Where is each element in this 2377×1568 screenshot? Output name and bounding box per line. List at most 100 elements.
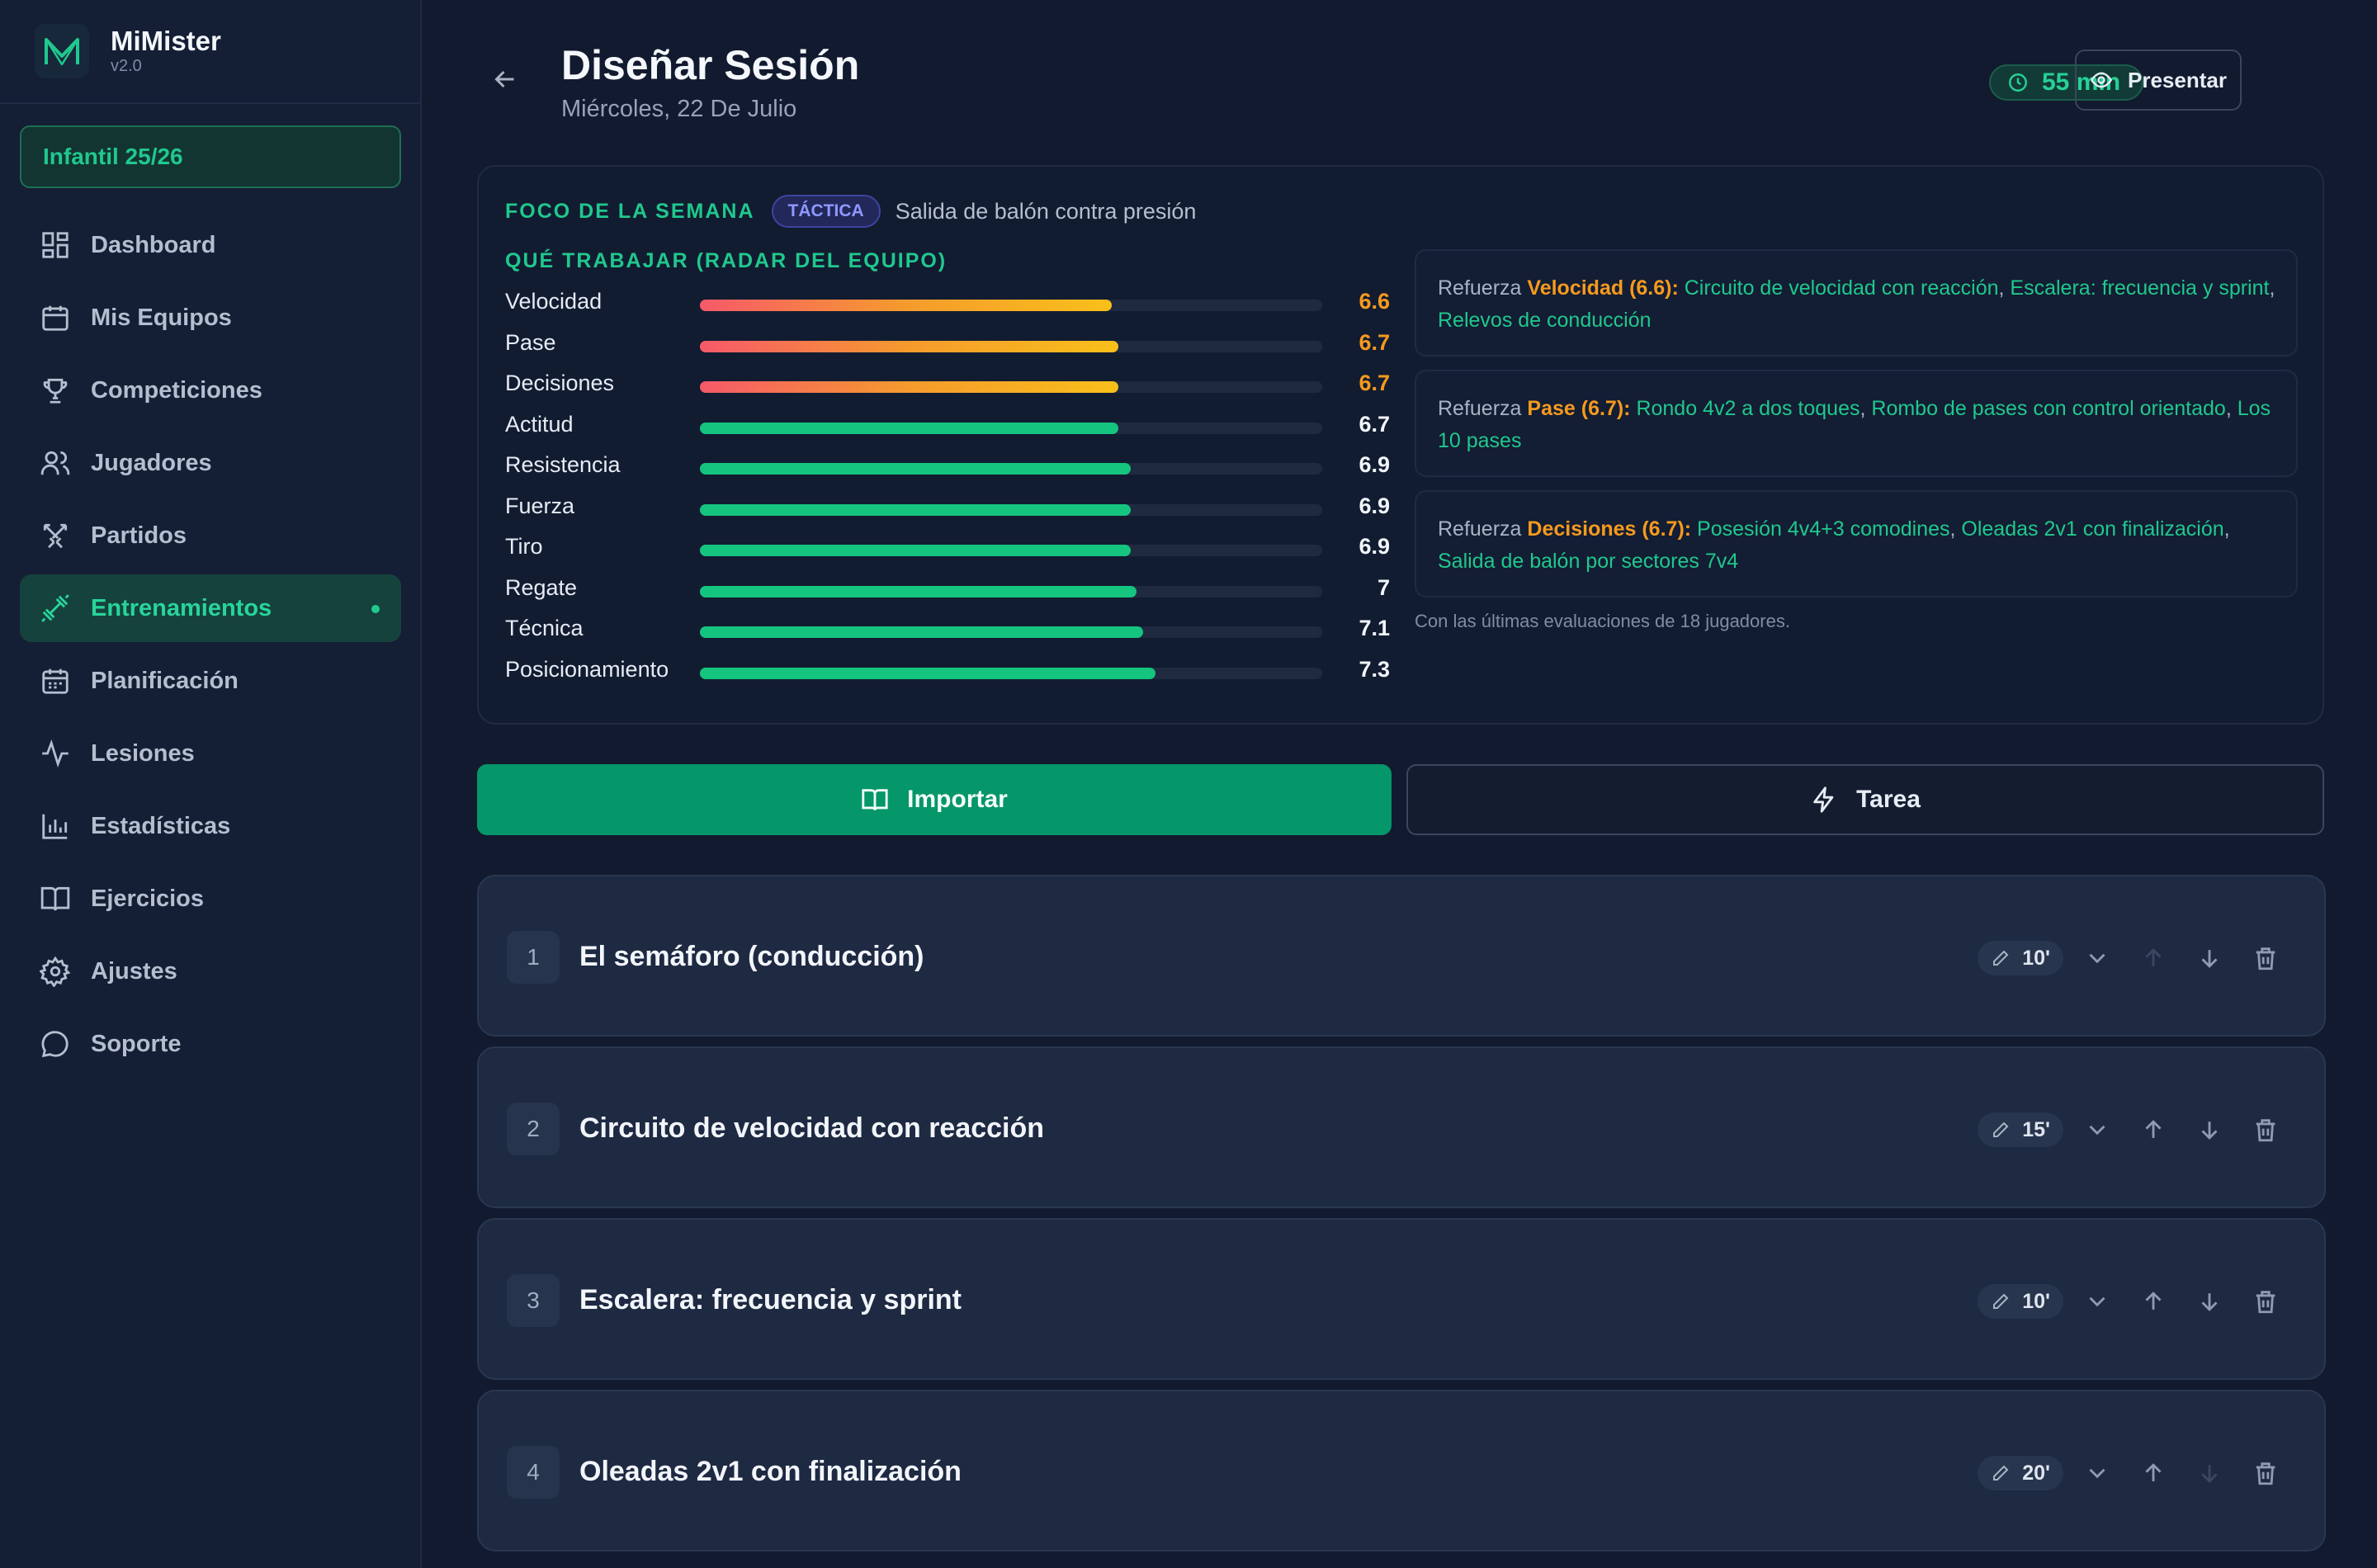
exercise-link[interactable]: Rombo de pases con control orientado: [1871, 397, 2225, 420]
arrow-down-icon[interactable]: [2195, 944, 2223, 972]
logo-icon: [35, 24, 89, 78]
skill-row: Resistencia 6.9: [505, 449, 1390, 490]
swords-icon: [43, 523, 68, 549]
back-arrow-icon[interactable]: [490, 64, 520, 94]
duration-edit-button[interactable]: 10': [1978, 941, 2063, 975]
list-item[interactable]: 1 El semáforo (conducción) 10': [477, 875, 2326, 1037]
sidebar-item-label: Planificación: [91, 667, 239, 694]
trash-icon[interactable]: [2252, 1287, 2280, 1315]
exercise-controls: 15': [1978, 1112, 2280, 1147]
skill-bar-track: [700, 463, 1322, 475]
exercise-title: Oleadas 2v1 con finalización: [579, 1456, 962, 1487]
skill-name: Actitud: [505, 411, 574, 437]
skill-bar-track: [700, 545, 1322, 556]
skill-bar-fill: [700, 463, 1131, 475]
trash-icon[interactable]: [2252, 1116, 2280, 1144]
exercise-link[interactable]: Escalera: frecuencia y sprint: [2010, 276, 2269, 300]
arrow-down-icon[interactable]: [2195, 1116, 2223, 1144]
duration-value: 10': [2022, 946, 2050, 970]
exercise-link[interactable]: Oleadas 2v1 con finalización: [1961, 517, 2223, 541]
skill-bar-fill: [700, 545, 1131, 556]
active-indicator: [371, 605, 380, 613]
duration-edit-button[interactable]: 10': [1978, 1284, 2063, 1319]
team-selector[interactable]: Infantil 25/26: [20, 125, 401, 188]
skill-bar-fill: [700, 340, 1118, 352]
chevron-down-icon[interactable]: [2083, 1459, 2111, 1487]
arrow-up-icon[interactable]: [2139, 944, 2167, 972]
sidebar: MiMister v2.0 Infantil 25/26 Dashboard M…: [0, 0, 422, 1568]
sidebar-item-competiciones[interactable]: Competiciones: [20, 357, 401, 424]
skill-bar-fill: [700, 626, 1143, 638]
sidebar-item-label: Competiciones: [91, 376, 262, 404]
list-item[interactable]: 2 Circuito de velocidad con reacción 15': [477, 1046, 2326, 1208]
arrow-up-icon[interactable]: [2139, 1459, 2167, 1487]
pencil-icon: [1993, 1293, 2009, 1309]
arrow-down-icon[interactable]: [2195, 1287, 2223, 1315]
skill-value: 6.9: [1359, 493, 1390, 518]
skill-value: 6.7: [1359, 329, 1390, 355]
sidebar-item-mis-equipos[interactable]: Mis Equipos: [20, 284, 401, 352]
duration-value: 20': [2022, 1461, 2050, 1485]
skill-name: Resistencia: [505, 452, 621, 477]
exercise-title: Circuito de velocidad con reacción: [579, 1112, 1045, 1144]
skill-bar-fill: [700, 667, 1155, 679]
trophy-icon: [43, 378, 68, 404]
sidebar-item-ajustes[interactable]: Ajustes: [20, 937, 401, 1005]
skill-bars: Velocidad 6.6 Pase 6.7 Decisiones 6.7 Actit…: [505, 286, 1390, 694]
chevron-down-icon[interactable]: [2083, 1287, 2111, 1315]
weekly-focus-header: FOCO DE LA SEMANA TÁCTICA Salida de baló…: [505, 195, 1196, 228]
skill-row: Tiro 6.9: [505, 531, 1390, 572]
skill-bar-fill: [700, 300, 1113, 311]
list-item[interactable]: 4 Oleadas 2v1 con finalización 20': [477, 1390, 2326, 1551]
pencil-icon: [1993, 1465, 2009, 1481]
sidebar-item-jugadores[interactable]: Jugadores: [20, 429, 401, 497]
sidebar-item-dashboard[interactable]: Dashboard: [20, 211, 401, 279]
sidebar-item-entrenamientos[interactable]: Entrenamientos: [20, 574, 401, 642]
exercise-title: Escalera: frecuencia y sprint: [579, 1284, 962, 1315]
add-task-button[interactable]: Tarea: [1406, 764, 2324, 835]
exercise-link[interactable]: Circuito de velocidad con reacción: [1685, 276, 1999, 300]
sidebar-item-soporte[interactable]: Soporte: [20, 1010, 401, 1078]
duration-edit-button[interactable]: 20': [1978, 1456, 2063, 1490]
arrow-down-icon[interactable]: [2195, 1459, 2223, 1487]
book-open-icon: [862, 789, 888, 811]
skill-name: Técnica: [505, 616, 584, 640]
book-icon: [40, 886, 70, 911]
gear-icon: [40, 956, 71, 987]
duration-value: 15': [2022, 1117, 2050, 1141]
arrow-up-icon[interactable]: [2139, 1287, 2167, 1315]
sidebar-item-partidos[interactable]: Partidos: [20, 502, 401, 569]
page-date: Miércoles, 22 De Julio: [561, 96, 797, 122]
focus-text: Salida de balón contra presión: [895, 198, 1197, 224]
app-version: v2.0: [111, 57, 142, 75]
skill-bar-track: [700, 667, 1322, 679]
exercise-link[interactable]: Salida de balón por sectores 7v4: [1438, 550, 1738, 573]
exercise-link[interactable]: Posesión 4v4+3 comodines: [1697, 517, 1949, 541]
sidebar-item-lesiones[interactable]: Lesiones: [20, 720, 401, 787]
skill-bar-track: [700, 340, 1322, 352]
trash-icon[interactable]: [2252, 944, 2280, 972]
import-button[interactable]: Importar: [477, 764, 1392, 835]
sidebar-item-ejercicios[interactable]: Ejercicios: [20, 865, 401, 933]
trash-icon[interactable]: [2252, 1459, 2280, 1487]
recommendation-prefix: Refuerza: [1438, 276, 1522, 300]
present-button[interactable]: Presentar: [2075, 50, 2242, 111]
chevron-down-icon[interactable]: [2083, 944, 2111, 972]
page-header: Diseñar Sesión Miércoles, 22 De Julio 55…: [477, 33, 2326, 132]
sidebar-item-planificacion[interactable]: Planificación: [20, 647, 401, 715]
pencil-icon: [1993, 1122, 2009, 1137]
chevron-down-icon[interactable]: [2083, 1116, 2111, 1144]
exercise-link[interactable]: Relevos de conducción: [1438, 309, 1652, 332]
duration-edit-button[interactable]: 15': [1978, 1112, 2063, 1147]
recommendation-prefix: Refuerza: [1438, 397, 1522, 420]
recommendations: Refuerza Velocidad (6.6): Circuito de ve…: [1415, 249, 2298, 632]
sidebar-item-estadisticas[interactable]: Estadísticas: [20, 792, 401, 860]
exercise-controls: 10': [1978, 1284, 2280, 1319]
skill-row: Técnica 7.1: [505, 612, 1390, 654]
arrow-up-icon[interactable]: [2139, 1116, 2167, 1144]
list-item[interactable]: 3 Escalera: frecuencia y sprint 10': [477, 1218, 2326, 1380]
skill-value: 6.9: [1359, 534, 1390, 559]
skill-name: Tiro: [505, 534, 543, 559]
skill-bar-fill: [700, 422, 1118, 434]
exercise-link[interactable]: Rondo 4v2 a dos toques: [1636, 397, 1860, 420]
